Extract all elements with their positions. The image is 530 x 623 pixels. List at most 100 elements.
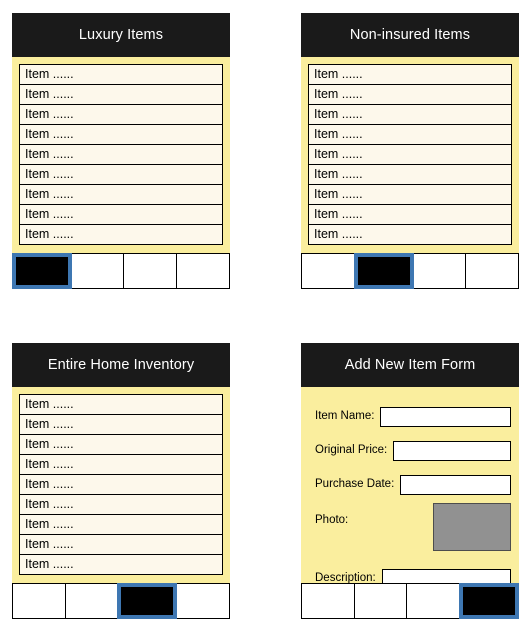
photo-placeholder-image[interactable] <box>433 503 511 551</box>
list-item[interactable]: Item ...... <box>20 165 222 185</box>
bottom-tab-bar <box>301 583 519 619</box>
list-item-label: Item ...... <box>25 107 74 122</box>
list-item[interactable]: Item ...... <box>20 205 222 225</box>
list-item-label: Item ...... <box>314 67 363 82</box>
tab-item-3[interactable] <box>412 253 467 289</box>
list-item[interactable]: Item ...... <box>20 395 222 415</box>
mockup-canvas: Luxury Items Item ...... Item ...... Ite… <box>0 0 530 623</box>
tab-item-3[interactable] <box>406 583 461 619</box>
list-item-label: Item ...... <box>25 167 74 182</box>
screen-entire-home-inventory: Entire Home Inventory Item ...... Item .… <box>12 343 230 619</box>
tab-item-4[interactable] <box>176 583 230 619</box>
list-item[interactable]: Item ...... <box>20 125 222 145</box>
item-list: Item ...... Item ...... Item ...... Item… <box>19 64 223 245</box>
list-item-label: Item ...... <box>25 187 74 202</box>
tab-item-4[interactable] <box>176 253 230 289</box>
screen-body: Item ...... Item ...... Item ...... Item… <box>301 57 519 258</box>
list-item[interactable]: Item ...... <box>20 435 222 455</box>
list-item[interactable]: Item ...... <box>20 145 222 165</box>
form-row-photo: Photo: <box>301 503 519 555</box>
list-item[interactable]: Item ...... <box>20 415 222 435</box>
list-item-label: Item ...... <box>314 227 363 242</box>
tab-item-3[interactable] <box>117 583 178 619</box>
list-item-label: Item ...... <box>314 167 363 182</box>
tab-item-1[interactable] <box>12 253 72 289</box>
purchase-date-label: Purchase Date: <box>315 478 395 491</box>
screen-header: Non-insured Items <box>301 13 519 57</box>
tab-item-2[interactable] <box>64 583 119 619</box>
list-item-label: Item ...... <box>25 537 74 552</box>
list-item-label: Item ...... <box>25 517 74 532</box>
tab-item-4[interactable] <box>465 253 519 289</box>
item-name-input[interactable] <box>380 407 511 427</box>
list-item[interactable]: Item ...... <box>20 185 222 205</box>
list-item[interactable]: Item ...... <box>20 495 222 515</box>
tab-item-1[interactable] <box>301 253 355 289</box>
form-row-item-name: Item Name: <box>301 401 519 433</box>
list-item-label: Item ...... <box>25 477 74 492</box>
tab-item-2[interactable] <box>353 583 408 619</box>
list-item[interactable]: Item ...... <box>309 145 511 165</box>
tab-item-3[interactable] <box>123 253 178 289</box>
list-item[interactable]: Item ...... <box>20 455 222 475</box>
list-item-label: Item ...... <box>314 147 363 162</box>
list-item[interactable]: Item ...... <box>309 225 511 245</box>
list-item[interactable]: Item ...... <box>309 85 511 105</box>
list-item[interactable]: Item ...... <box>20 535 222 555</box>
list-item-label: Item ...... <box>25 497 74 512</box>
original-price-input[interactable] <box>393 441 511 461</box>
list-item-label: Item ...... <box>25 67 74 82</box>
screen-title: Non-insured Items <box>349 26 471 43</box>
list-item-label: Item ...... <box>25 147 74 162</box>
tab-item-1[interactable] <box>301 583 355 619</box>
list-item-label: Item ...... <box>314 207 363 222</box>
list-item[interactable]: Item ...... <box>20 475 222 495</box>
list-item[interactable]: Item ...... <box>20 85 222 105</box>
item-list: Item ...... Item ...... Item ...... Item… <box>19 394 223 575</box>
item-name-label: Item Name: <box>315 410 375 423</box>
list-item[interactable]: Item ...... <box>309 105 511 125</box>
screen-title: Entire Home Inventory <box>47 356 195 373</box>
tab-item-1[interactable] <box>12 583 66 619</box>
bottom-tab-bar <box>301 253 519 289</box>
tab-item-2[interactable] <box>353 253 414 289</box>
list-item-label: Item ...... <box>314 107 363 122</box>
list-item-label: Item ...... <box>25 417 74 432</box>
list-item-label: Item ...... <box>25 127 74 142</box>
list-item[interactable]: Item ...... <box>20 105 222 125</box>
tab-item-4[interactable] <box>459 583 519 619</box>
list-item-label: Item ...... <box>25 437 74 452</box>
screen-luxury-items: Luxury Items Item ...... Item ...... Ite… <box>12 13 230 289</box>
original-price-label: Original Price: <box>315 444 388 457</box>
screen-body: Item Name: Original Price: Purchase Date… <box>301 387 519 588</box>
item-list: Item ...... Item ...... Item ...... Item… <box>308 64 512 245</box>
list-item-label: Item ...... <box>25 227 74 242</box>
bottom-tab-bar <box>12 583 230 619</box>
screen-title: Add New Item Form <box>344 356 476 373</box>
purchase-date-input[interactable] <box>400 475 511 495</box>
screen-header: Add New Item Form <box>301 343 519 387</box>
list-item[interactable]: Item ...... <box>20 515 222 535</box>
list-item[interactable]: Item ...... <box>309 65 511 85</box>
list-item[interactable]: Item ...... <box>309 125 511 145</box>
bottom-tab-bar <box>12 253 230 289</box>
list-item-label: Item ...... <box>25 557 74 572</box>
list-item[interactable]: Item ...... <box>20 65 222 85</box>
screen-header: Entire Home Inventory <box>12 343 230 387</box>
list-item[interactable]: Item ...... <box>20 555 222 575</box>
list-item[interactable]: Item ...... <box>309 205 511 225</box>
photo-label: Photo: <box>315 514 349 526</box>
form-row-purchase-date: Purchase Date: <box>301 469 519 501</box>
list-item-label: Item ...... <box>314 127 363 142</box>
list-item-label: Item ...... <box>25 397 74 412</box>
tab-item-2[interactable] <box>70 253 125 289</box>
list-item-label: Item ...... <box>25 87 74 102</box>
list-item[interactable]: Item ...... <box>309 165 511 185</box>
list-item-label: Item ...... <box>314 187 363 202</box>
screen-header: Luxury Items <box>12 13 230 57</box>
screen-body: Item ...... Item ...... Item ...... Item… <box>12 57 230 258</box>
list-item[interactable]: Item ...... <box>20 225 222 245</box>
list-item[interactable]: Item ...... <box>309 185 511 205</box>
screen-add-new-item-form: Add New Item Form Item Name: Original Pr… <box>301 343 519 619</box>
list-item-label: Item ...... <box>314 87 363 102</box>
